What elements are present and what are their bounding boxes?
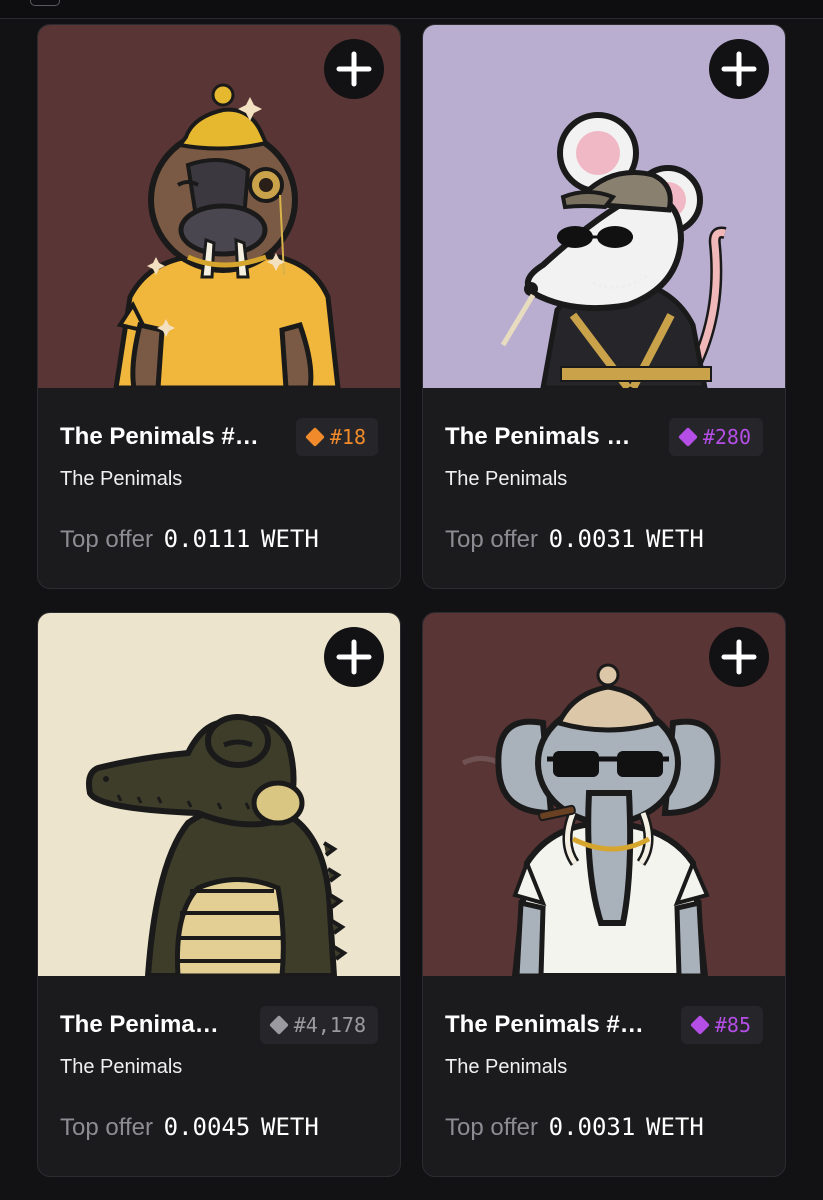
nft-card-info: The Penimals #… #85 The Penimals Top off…	[423, 1006, 785, 1142]
nft-card-info: The Penima… #4,178 The Penimals Top offe…	[38, 1006, 400, 1142]
plus-icon	[336, 51, 372, 87]
rank-value: #4,178	[293, 1013, 366, 1037]
nft-grid: The Penimals #… #18 The Penimals Top off…	[37, 24, 786, 1177]
offer-label: Top offer	[445, 1114, 538, 1141]
offer-value: 0.0111	[163, 525, 251, 553]
add-to-cart-button[interactable]	[324, 39, 384, 99]
rank-value: #18	[329, 425, 366, 449]
rank-value: #280	[702, 425, 751, 449]
diamond-icon	[268, 1015, 289, 1035]
add-to-cart-button[interactable]	[709, 627, 769, 687]
top-offer: Top offer 0.0045 WETH	[60, 1113, 378, 1142]
top-offer: Top offer 0.0031 WETH	[445, 1113, 763, 1142]
nft-card-info: The Penimals #… #18 The Penimals Top off…	[38, 418, 400, 554]
nft-card-info: The Penimals … #280 The Penimals Top off…	[423, 418, 785, 554]
plus-icon	[721, 51, 757, 87]
offer-currency: WETH	[261, 1113, 319, 1141]
offer-currency: WETH	[646, 525, 704, 553]
offer-label: Top offer	[60, 526, 153, 553]
collection-name[interactable]: The Penimals	[445, 1056, 763, 1079]
nft-title[interactable]: The Penimals #…	[60, 423, 259, 451]
nft-card[interactable]: The Penima… #4,178 The Penimals Top offe…	[37, 612, 401, 1177]
rarity-rank-badge: #4,178	[259, 1006, 378, 1044]
top-bar	[0, 0, 823, 19]
offer-currency: WETH	[261, 525, 319, 553]
nft-image-crocodile[interactable]	[38, 613, 400, 976]
diamond-icon	[304, 427, 325, 447]
offer-label: Top offer	[60, 1114, 153, 1141]
nft-card[interactable]: The Penimals … #280 The Penimals Top off…	[422, 24, 786, 589]
nft-title[interactable]: The Penimals …	[445, 423, 630, 451]
rarity-rank-badge: #18	[295, 418, 378, 456]
toolbar-button-edge[interactable]	[30, 0, 60, 6]
top-offer: Top offer 0.0031 WETH	[445, 525, 763, 554]
top-offer: Top offer 0.0111 WETH	[60, 525, 378, 554]
offer-currency: WETH	[646, 1113, 704, 1141]
offer-value: 0.0031	[548, 1113, 636, 1141]
offer-value: 0.0031	[548, 525, 636, 553]
offer-value: 0.0045	[163, 1113, 251, 1141]
offer-label: Top offer	[445, 526, 538, 553]
collection-name[interactable]: The Penimals	[60, 468, 378, 491]
collection-name[interactable]: The Penimals	[445, 468, 763, 491]
collection-name[interactable]: The Penimals	[60, 1056, 378, 1079]
nft-image-walrus[interactable]	[38, 25, 400, 388]
diamond-icon	[689, 1015, 710, 1035]
add-to-cart-button[interactable]	[324, 627, 384, 687]
plus-icon	[721, 639, 757, 675]
nft-title[interactable]: The Penimals #…	[445, 1011, 644, 1039]
add-to-cart-button[interactable]	[709, 39, 769, 99]
nft-card[interactable]: The Penimals #… #18 The Penimals Top off…	[37, 24, 401, 589]
diamond-icon	[677, 427, 698, 447]
nft-card[interactable]: The Penimals #… #85 The Penimals Top off…	[422, 612, 786, 1177]
plus-icon	[336, 639, 372, 675]
rarity-rank-badge: #85	[680, 1006, 763, 1044]
rank-value: #85	[714, 1013, 751, 1037]
rarity-rank-badge: #280	[668, 418, 763, 456]
nft-image-elephant[interactable]	[423, 613, 785, 976]
nft-image-rat[interactable]	[423, 25, 785, 388]
nft-title[interactable]: The Penima…	[60, 1011, 219, 1039]
